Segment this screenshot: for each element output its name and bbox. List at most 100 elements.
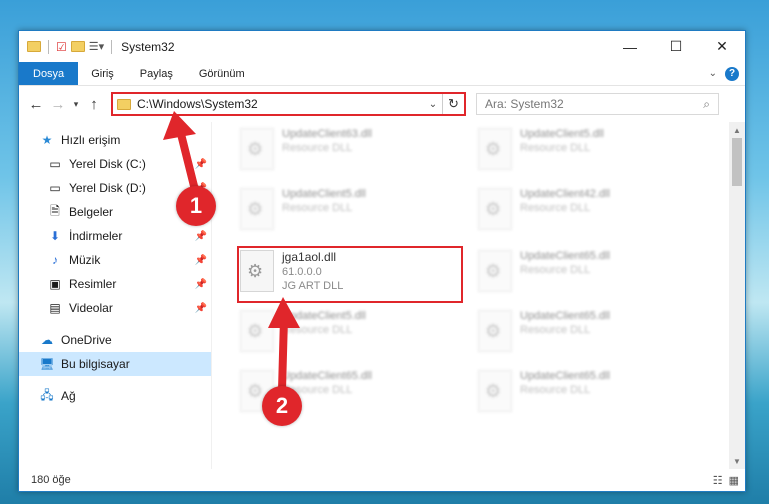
status-bar: 180 öğe ☷ ▦ — [19, 469, 745, 491]
address-path[interactable]: C:\Windows\System32 — [137, 97, 424, 111]
window-title: System32 — [121, 39, 175, 54]
nav-label: Hızlı erişim — [61, 133, 121, 147]
item-count: 180 öğe — [31, 474, 71, 486]
details-view-icon[interactable]: ☷ — [713, 474, 723, 487]
new-folder-icon[interactable] — [70, 41, 85, 52]
back-icon[interactable]: ← — [25, 96, 47, 113]
dll-file-icon: ⚙ — [478, 310, 512, 352]
nav-item-videos[interactable]: ▤ Videolar 📌 — [19, 296, 211, 320]
nav-item-local-disk-c[interactable]: ▭ Yerel Disk (C:) 📌 — [19, 152, 211, 176]
recent-locations-icon[interactable]: ▾ — [69, 99, 83, 110]
minimize-button[interactable]: — — [607, 31, 653, 62]
file-item[interactable]: ⚙ UpdateClient42.dll Resource DLL — [474, 184, 699, 238]
nav-label: Resimler — [69, 277, 117, 291]
dll-file-icon: ⚙ — [240, 310, 274, 352]
file-name: UpdateClient65.dll — [520, 370, 610, 382]
close-button[interactable]: ✕ — [699, 31, 745, 62]
chevron-down-icon[interactable]: ⌄ — [424, 99, 442, 110]
search-input[interactable]: Ara: System32 ⌕ — [476, 93, 719, 115]
pin-icon[interactable]: 📌 — [195, 159, 207, 170]
file-description: Resource DLL — [282, 324, 353, 336]
nav-onedrive[interactable]: ☁ OneDrive — [19, 328, 211, 352]
dll-file-icon: ⚙ — [240, 128, 274, 170]
file-description: Resource DLL — [520, 384, 591, 396]
scroll-down-icon[interactable]: ▼ — [729, 453, 745, 469]
file-item[interactable]: ⚙ UpdateClient65.dll Resource DLL — [474, 366, 699, 420]
file-name: UpdateClient5.dll — [282, 310, 366, 322]
properties-icon[interactable]: ☑ — [56, 40, 67, 54]
drive-icon: ▭ — [49, 181, 61, 195]
help-icon[interactable]: ? — [725, 66, 739, 81]
document-icon: 🗎 — [50, 203, 60, 218]
pin-icon[interactable]: 📌 — [195, 231, 207, 242]
file-name: UpdateClient5.dll — [520, 128, 604, 140]
customize-toolbar-icon[interactable]: ☰▾ — [89, 40, 104, 53]
nav-label: Yerel Disk (C:) — [69, 157, 146, 171]
pin-icon[interactable]: 📌 — [195, 255, 207, 266]
video-icon: ▤ — [49, 301, 61, 315]
nav-label: Videolar — [69, 301, 113, 315]
nav-label: Müzik — [69, 253, 101, 267]
title-bar: ☑ ☰▾ System32 — ☐ ✕ — [19, 31, 745, 62]
folder-icon — [27, 41, 41, 52]
file-name: UpdateClient65.dll — [520, 250, 610, 262]
file-item[interactable]: ⚙ UpdateClient65.dll Resource DLL — [474, 246, 699, 300]
dll-file-icon: ⚙ — [478, 250, 512, 292]
nav-label: Belgeler — [69, 205, 114, 219]
pin-icon[interactable]: 📌 — [195, 279, 207, 290]
file-description: Resource DLL — [282, 202, 353, 214]
tab-file[interactable]: Dosya — [19, 62, 79, 85]
forward-icon[interactable]: → — [47, 96, 69, 113]
file-highlight-box — [237, 246, 463, 303]
expand-ribbon-icon[interactable]: ⌄ — [709, 68, 717, 79]
nav-this-pc[interactable]: 🖥 Bu bilgisayar — [19, 352, 211, 376]
file-description: Resource DLL — [520, 202, 591, 214]
pin-icon[interactable]: 📌 — [195, 303, 207, 314]
file-item[interactable]: ⚙ UpdateClient63.dll Resource DLL — [236, 124, 461, 178]
explorer-window: ☑ ☰▾ System32 — ☐ ✕ Dosya Giriş Paylaş G… — [18, 30, 746, 492]
up-icon[interactable]: ↑ — [83, 96, 105, 113]
ribbon-tabs: Dosya Giriş Paylaş Görünüm ⌄ ? — [19, 62, 745, 86]
file-description: Resource DLL — [520, 142, 591, 154]
step-1-badge: 1 — [176, 186, 216, 226]
nav-label: OneDrive — [61, 333, 112, 347]
file-name: UpdateClient65.dll — [282, 370, 372, 382]
dll-file-icon: ⚙ — [478, 188, 512, 230]
folder-icon — [117, 98, 131, 110]
quick-access-toolbar: ☑ ☰▾ — [27, 39, 115, 54]
tab-view[interactable]: Görünüm — [186, 62, 258, 85]
file-name: UpdateClient5.dll — [282, 188, 366, 200]
nav-network[interactable]: 🖧 Ağ — [19, 384, 211, 408]
file-item[interactable]: ⚙ UpdateClient5.dll Resource DLL — [236, 306, 461, 360]
tab-home[interactable]: Giriş — [78, 62, 127, 85]
nav-item-downloads[interactable]: ⬇ İndirmeler 📌 — [19, 224, 211, 248]
scroll-thumb[interactable] — [732, 138, 742, 186]
dll-file-icon: ⚙ — [240, 188, 274, 230]
cloud-icon: ☁ — [41, 333, 53, 347]
nav-item-pictures[interactable]: ▣ Resimler 📌 — [19, 272, 211, 296]
file-item[interactable]: ⚙ UpdateClient65.dll Resource DLL — [474, 306, 699, 360]
tab-share[interactable]: Paylaş — [127, 62, 186, 85]
file-item[interactable]: ⚙ UpdateClient5.dll Resource DLL — [474, 124, 699, 178]
address-bar[interactable]: C:\Windows\System32 ⌄ ↻ — [111, 92, 466, 116]
dll-file-icon: ⚙ — [478, 128, 512, 170]
search-icon[interactable]: ⌕ — [703, 97, 710, 112]
nav-quick-access[interactable]: ★ Hızlı erişim — [19, 128, 211, 152]
file-description: Resource DLL — [520, 324, 591, 336]
file-item[interactable]: ⚙ UpdateClient5.dll Resource DLL — [236, 184, 461, 238]
pictures-icon: ▣ — [49, 277, 61, 291]
dll-file-icon: ⚙ — [478, 370, 512, 412]
maximize-button[interactable]: ☐ — [653, 31, 699, 62]
nav-label: Ağ — [61, 389, 76, 403]
vertical-scrollbar[interactable]: ▲ ▼ — [729, 122, 745, 469]
file-name: UpdateClient65.dll — [520, 310, 610, 322]
search-placeholder: Ara: System32 — [485, 97, 564, 111]
step-2-badge: 2 — [262, 386, 302, 426]
file-name: UpdateClient63.dll — [282, 128, 372, 140]
scroll-up-icon[interactable]: ▲ — [729, 122, 745, 138]
tiles-view-icon[interactable]: ▦ — [729, 474, 739, 487]
nav-item-music[interactable]: ♪ Müzik 📌 — [19, 248, 211, 272]
address-row: ← → ▾ ↑ C:\Windows\System32 ⌄ ↻ Ara: Sys… — [19, 86, 745, 122]
refresh-icon[interactable]: ↻ — [442, 94, 464, 114]
file-description: Resource DLL — [520, 264, 591, 276]
